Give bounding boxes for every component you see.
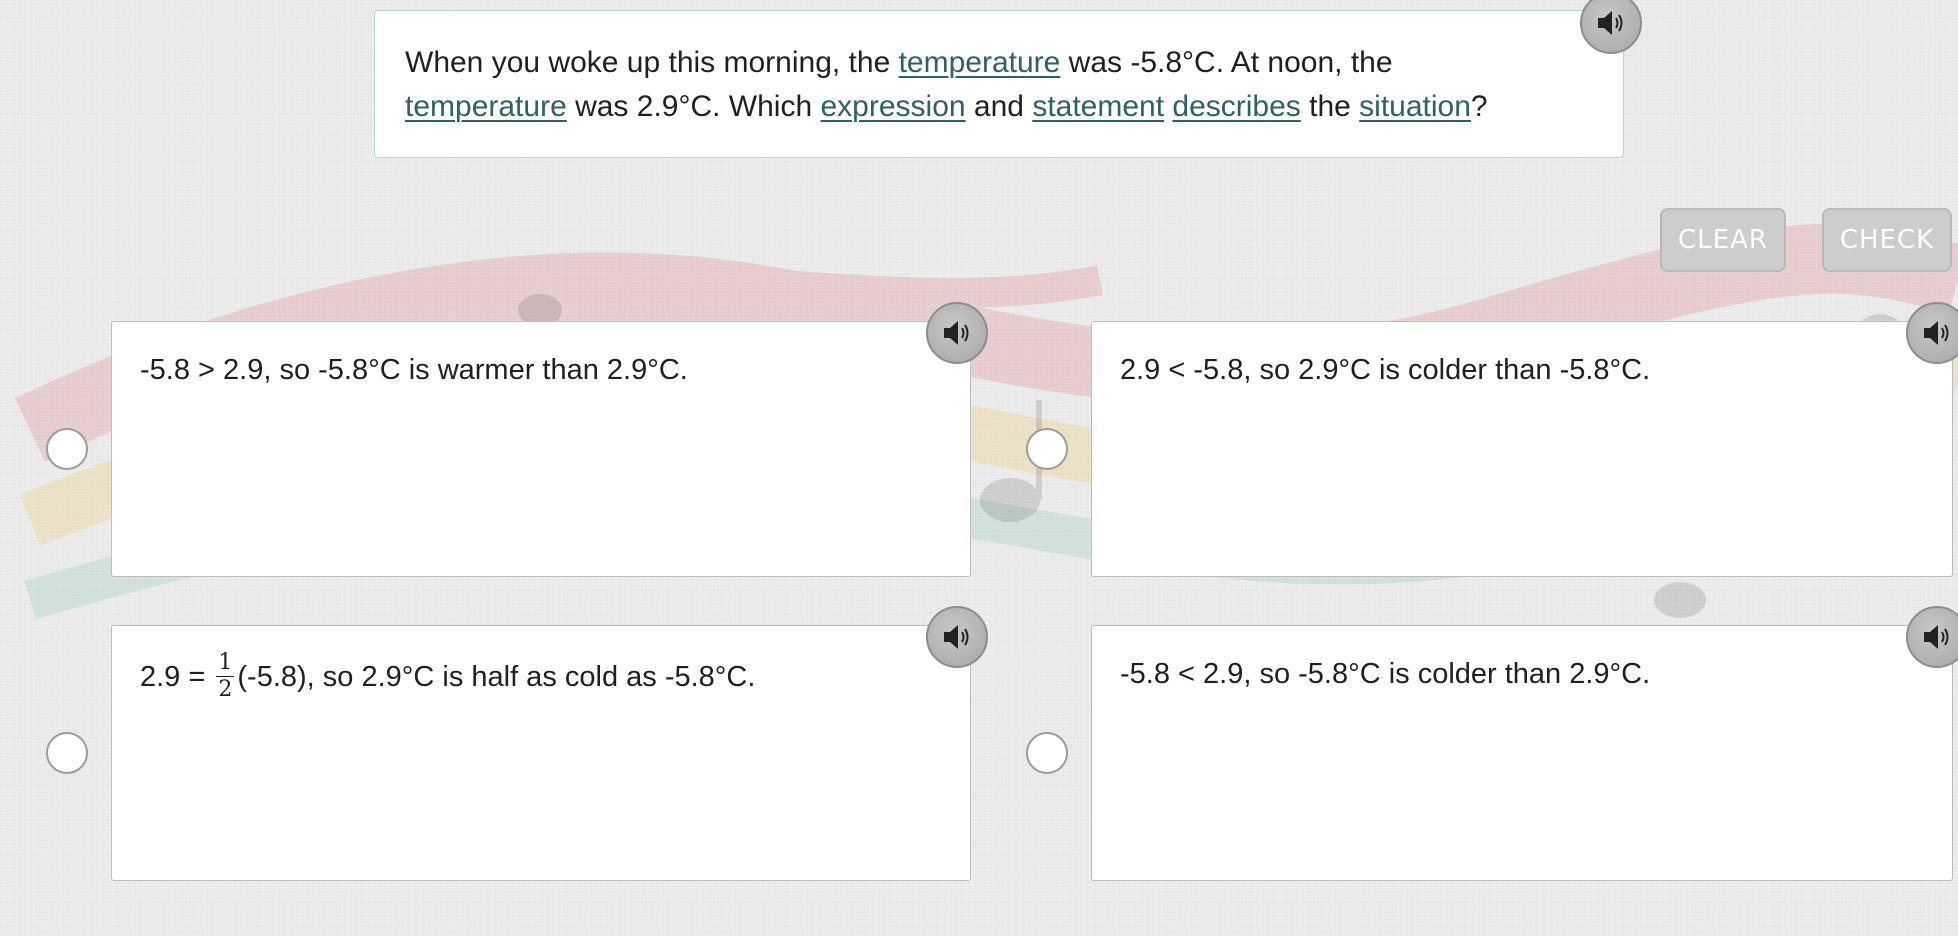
vocab-link-temperature-2[interactable]: temperature bbox=[405, 90, 567, 123]
question-text-3: was 2.9°C. Which bbox=[566, 90, 821, 123]
question-text-1: When you woke up this morning, the bbox=[405, 46, 899, 79]
answer-a-radio[interactable] bbox=[46, 428, 88, 470]
answer-card-b[interactable]: 2.9 < -5.8, so 2.9°C is colder than -5.8… bbox=[1091, 321, 1953, 577]
answer-c-audio-button[interactable] bbox=[926, 606, 988, 668]
vocab-link-describes[interactable]: describes bbox=[1172, 90, 1300, 123]
answer-d-radio[interactable] bbox=[1026, 732, 1068, 774]
speaker-icon bbox=[944, 625, 969, 649]
answer-d-text: -5.8 < 2.9, so -5.8°C is colder than 2.9… bbox=[1120, 658, 1651, 690]
fraction-one-half: 12 bbox=[216, 650, 235, 702]
question-text-7: ? bbox=[1470, 90, 1488, 123]
question-text-2: was -5.8°C. At noon, the bbox=[1060, 46, 1393, 79]
answer-card-c[interactable]: 2.9 = 1 2 (-5.8), so 2.9°C is half as cold… bbox=[111, 625, 971, 881]
question-prompt: When you woke up this morning, the tempe… bbox=[374, 10, 1624, 158]
answer-a-text: -5.8 > 2.9, so -5.8°C is warmer than 2.9… bbox=[140, 354, 688, 386]
answer-card-a[interactable]: -5.8 > 2.9, so -5.8°C is warmer than 2.9… bbox=[111, 321, 971, 577]
vocab-link-expression[interactable]: expression bbox=[821, 90, 966, 123]
answer-a-audio-button[interactable] bbox=[926, 302, 988, 364]
speaker-icon bbox=[1924, 625, 1949, 649]
check-button[interactable]: CHECK bbox=[1822, 208, 1952, 272]
speaker-icon bbox=[944, 321, 969, 345]
answer-b-text: 2.9 < -5.8, so 2.9°C is colder than -5.8… bbox=[1120, 354, 1651, 386]
question-text-4: and bbox=[965, 90, 1033, 123]
speaker-icon bbox=[1924, 321, 1949, 345]
vocab-link-temperature[interactable]: temperature bbox=[899, 46, 1061, 79]
vocab-link-situation[interactable]: situation bbox=[1359, 90, 1471, 123]
question-audio-button[interactable] bbox=[1580, 0, 1642, 54]
fraction-numerator: 1 bbox=[216, 650, 235, 677]
answer-card-d[interactable]: -5.8 < 2.9, so -5.8°C is colder than 2.9… bbox=[1091, 625, 1953, 881]
answer-c-text-after: (-5.8), so 2.9°C is half as cold as -5.8… bbox=[237, 661, 756, 694]
answer-c-radio[interactable] bbox=[46, 732, 88, 774]
fraction-denominator: 2 bbox=[218, 677, 233, 702]
speaker-icon bbox=[1598, 11, 1623, 35]
answer-c-text-before: 2.9 = bbox=[140, 661, 214, 694]
vocab-link-statement[interactable]: statement bbox=[1032, 90, 1164, 123]
answer-b-radio[interactable] bbox=[1026, 428, 1068, 470]
clear-button[interactable]: CLEAR bbox=[1660, 208, 1786, 272]
question-text-6: the bbox=[1300, 90, 1360, 123]
